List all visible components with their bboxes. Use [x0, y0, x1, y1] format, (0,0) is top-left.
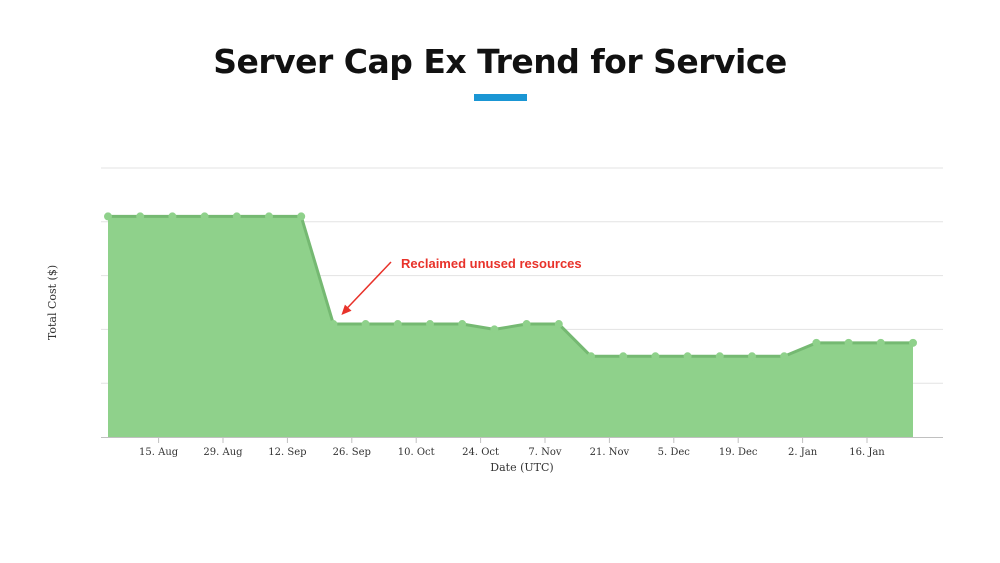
x-tick-label: 15. Aug	[139, 447, 179, 458]
x-tick-label: 5. Dec	[658, 447, 691, 458]
data-point	[619, 352, 628, 361]
x-tick-label: 12. Sep	[268, 447, 306, 458]
data-point	[715, 352, 724, 361]
data-point	[329, 320, 338, 329]
x-tick-label: 10. Oct	[398, 447, 435, 458]
data-point	[458, 320, 467, 329]
series-area-layer	[108, 214, 913, 437]
x-tick-label: 19. Dec	[719, 447, 758, 458]
data-point	[104, 212, 112, 221]
x-tick-label: 26. Sep	[333, 447, 371, 458]
data-point	[168, 212, 177, 221]
data-point	[361, 320, 370, 329]
x-tick-label: 7. Nov	[528, 447, 561, 458]
data-point	[232, 212, 241, 221]
data-point	[587, 352, 595, 361]
data-point	[844, 338, 853, 347]
data-point	[876, 338, 885, 347]
x-tick-label: 29. Aug	[203, 447, 243, 458]
data-point	[426, 320, 434, 329]
data-point	[748, 352, 756, 361]
annotation-layer: Reclaimed unused resources	[341, 256, 582, 316]
data-point	[136, 212, 145, 221]
x-tick-label: 16. Jan	[849, 447, 885, 458]
data-point	[265, 212, 273, 221]
x-axis-title: Date (UTC)	[490, 461, 553, 474]
data-point	[522, 320, 531, 329]
y-axis-title: Total Cost ($)	[46, 265, 59, 340]
data-point	[651, 352, 660, 361]
annotation-label: Reclaimed unused resources	[401, 256, 582, 271]
x-tick-label: 21. Nov	[590, 447, 630, 458]
x-tick-label: 24. Oct	[462, 447, 499, 458]
data-point	[909, 338, 917, 347]
data-point	[554, 320, 563, 329]
data-point	[490, 325, 499, 334]
data-point	[200, 212, 209, 221]
data-point	[297, 212, 306, 221]
data-point	[812, 338, 821, 347]
area-chart: 15. Aug 29. Aug 12. Sep 26. Sep 10. Oct 24. O…	[46, 167, 943, 474]
x-tick-label: 2. Jan	[788, 447, 818, 458]
data-point	[393, 320, 402, 329]
annotation-arrow-line	[344, 261, 392, 311]
x-axis-ticks: 15. Aug 29. Aug 12. Sep 26. Sep 10. Oct 24. O…	[139, 437, 885, 458]
data-point	[780, 352, 789, 361]
data-point	[683, 352, 692, 361]
